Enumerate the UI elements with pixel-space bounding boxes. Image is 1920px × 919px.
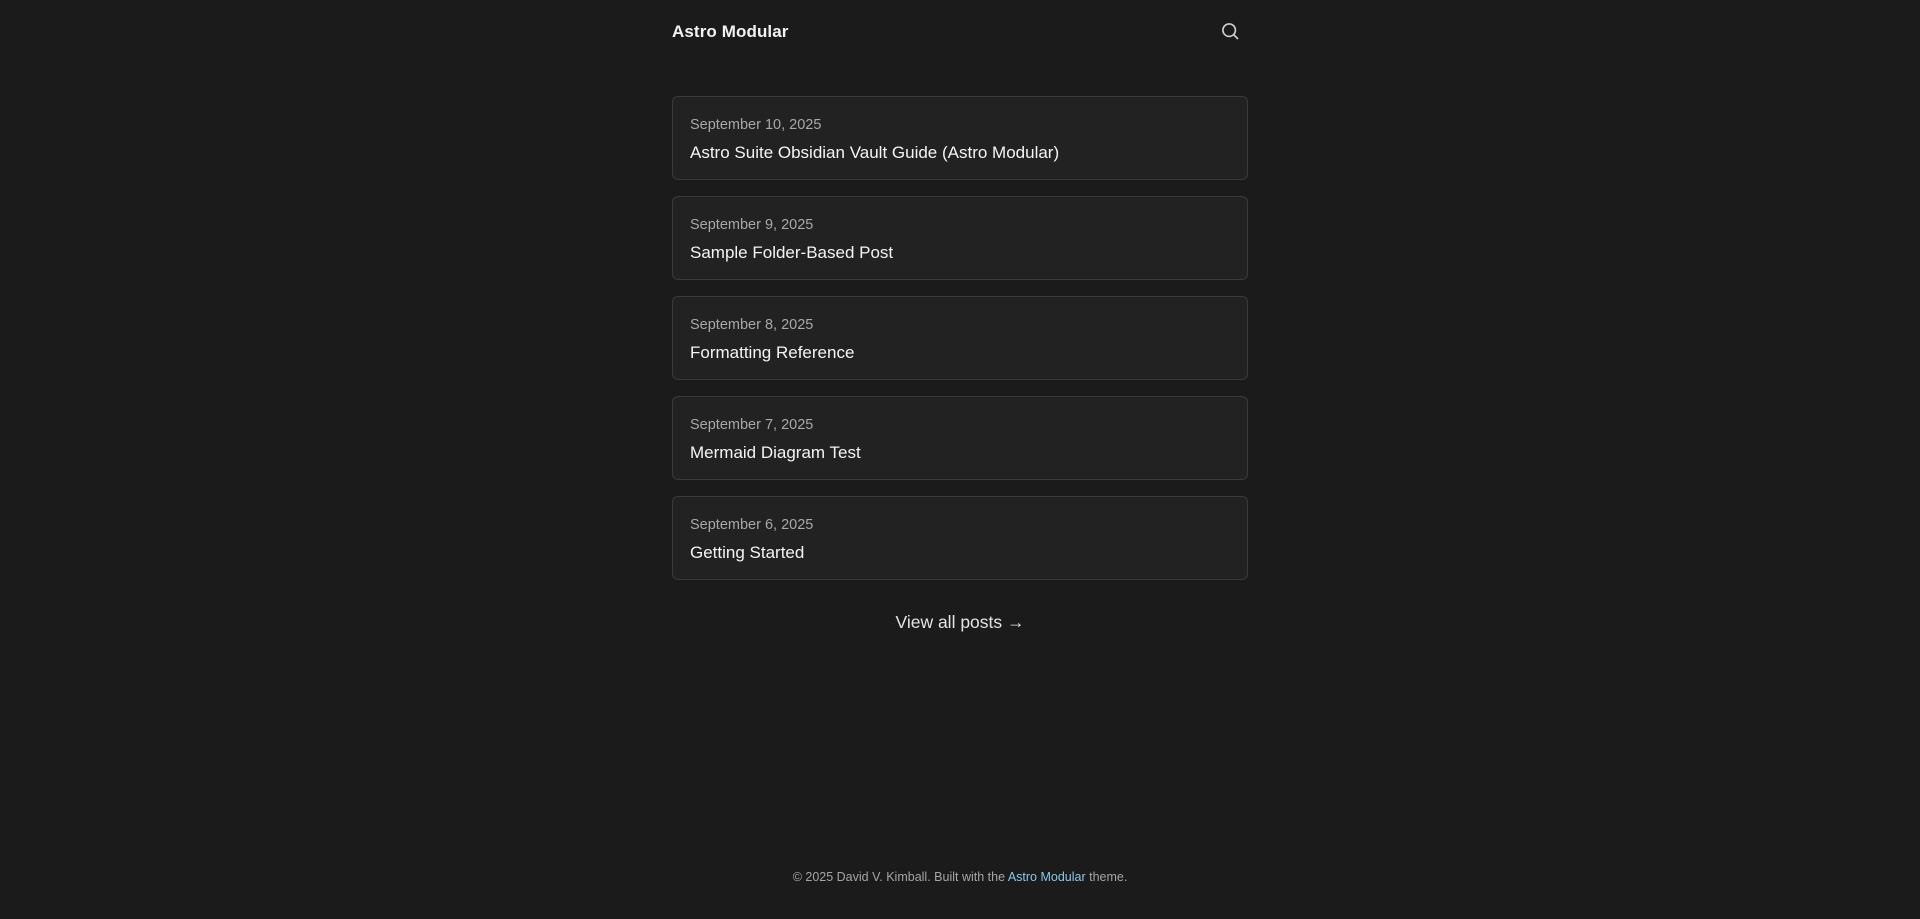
post-date: September 6, 2025: [690, 517, 814, 533]
site-title-link[interactable]: Astro Modular: [672, 22, 789, 42]
post-title: Formatting Reference: [690, 343, 855, 362]
post-title: Sample Folder-Based Post: [690, 243, 894, 262]
site-header: Astro Modular: [672, 0, 1248, 64]
post-date: September 7, 2025: [690, 417, 814, 433]
post-title: Getting Started: [690, 543, 805, 562]
theme-link[interactable]: Astro Modular: [1008, 870, 1086, 884]
post-title: Astro Suite Obsidian Vault Guide (Astro …: [690, 143, 1060, 162]
post-card[interactable]: September 6, 2025 Getting Started: [672, 496, 1248, 580]
search-button[interactable]: [1216, 18, 1244, 46]
post-date: September 8, 2025: [690, 317, 814, 333]
view-all-posts-link[interactable]: View all posts →: [895, 612, 1024, 632]
footer-copyright: © 2025 David V. Kimball. Built with the: [792, 870, 1008, 884]
post-date: September 9, 2025: [690, 217, 814, 233]
post-card[interactable]: September 9, 2025 Sample Folder-Based Po…: [672, 196, 1248, 280]
post-card[interactable]: September 7, 2025 Mermaid Diagram Test: [672, 396, 1248, 480]
post-card[interactable]: September 8, 2025 Formatting Reference: [672, 296, 1248, 380]
post-title: Mermaid Diagram Test: [690, 443, 861, 462]
site-footer: © 2025 David V. Kimball. Built with the …: [0, 870, 1920, 884]
post-card[interactable]: September 10, 2025 Astro Suite Obsidian …: [672, 96, 1248, 180]
search-icon: [1220, 21, 1240, 44]
footer-suffix: theme.: [1085, 870, 1128, 884]
page: Astro Modular September 10, 2025 Astro S…: [0, 0, 1920, 919]
post-date: September 10, 2025: [690, 117, 822, 133]
post-list: September 10, 2025 Astro Suite Obsidian …: [672, 96, 1248, 596]
view-all-container: View all posts →: [672, 612, 1248, 633]
